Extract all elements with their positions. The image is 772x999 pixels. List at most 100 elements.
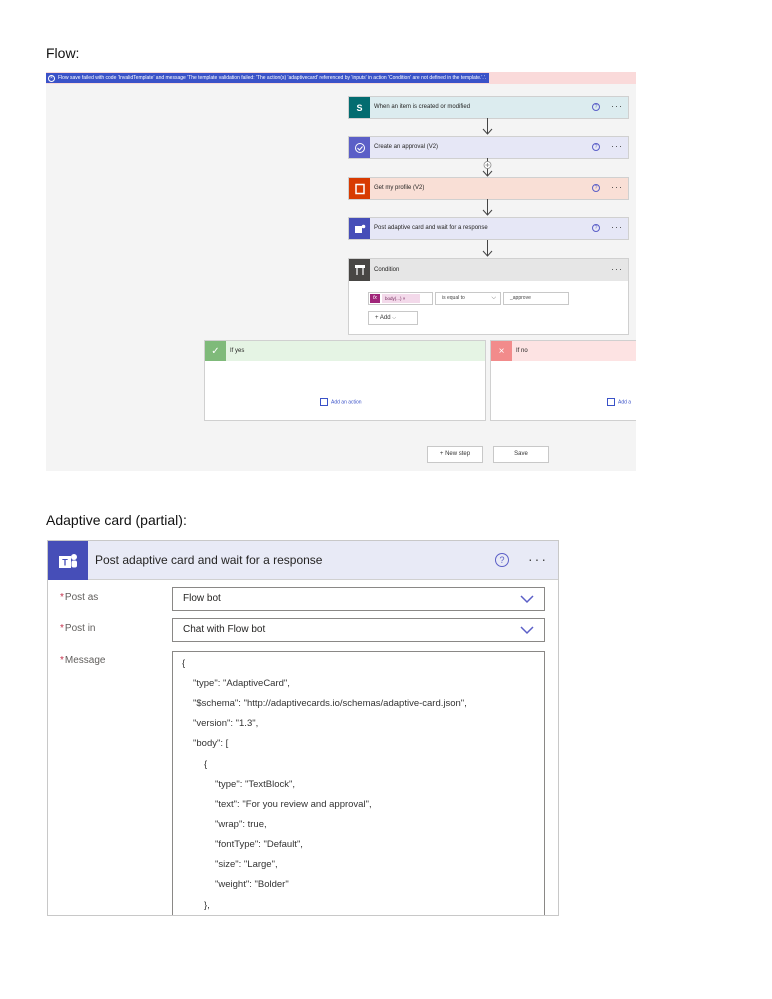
flow-canvas: × Flow save failed with code 'InvalidTem… [46, 72, 636, 471]
operator-value: is equal to [442, 295, 465, 301]
message-label: *Message [60, 655, 106, 666]
add-action-button[interactable]: Add an action [320, 398, 362, 406]
help-icon[interactable]: ? [592, 103, 600, 111]
code-line: { [182, 658, 186, 669]
code-line: "weight": "Bolder" [215, 879, 289, 890]
step-header: Post adaptive card and wait for a respon… [349, 218, 628, 239]
code-line: "body": [ [193, 738, 229, 749]
condition-card[interactable]: Condition ··· fx body(...) × is equal to… [348, 258, 629, 335]
teams-icon [349, 218, 370, 239]
branch-label: If yes [230, 348, 245, 354]
sharepoint-icon: S [349, 97, 370, 118]
approval-icon [349, 137, 370, 158]
more-options-icon[interactable]: ··· [611, 259, 623, 279]
condition-icon [349, 259, 370, 281]
post-as-select[interactable]: Flow bot [172, 587, 545, 611]
step-get-my-profile[interactable]: Get my profile (V2) ? ··· [348, 177, 629, 200]
card-heading: Adaptive card (partial): [46, 512, 187, 528]
post-in-select[interactable]: Chat with Flow bot [172, 618, 545, 642]
teams-icon: T [48, 541, 88, 580]
step-title: Get my profile (V2) [374, 185, 425, 191]
condition-title: Condition [374, 267, 400, 273]
connector-arrow-icon [482, 240, 493, 258]
code-line: "text": "For you review and approval", [215, 799, 372, 810]
error-banner: × Flow save failed with code 'InvalidTem… [46, 72, 636, 84]
step-title: Create an approval (V2) [374, 144, 439, 150]
code-line: "$schema": "http://adaptivecards.io/sche… [193, 698, 467, 709]
step-trigger-item-created[interactable]: S When an item is created or modified ? … [348, 96, 629, 119]
chevron-down-icon: ⌵ [392, 315, 397, 321]
chevron-down-icon [520, 626, 534, 635]
code-line: }, [204, 900, 210, 911]
code-line: "version": "1.3", [193, 718, 259, 729]
new-step-button[interactable]: + New step [427, 446, 483, 463]
expression-label: body(...) [385, 296, 402, 301]
branch-label: If no [516, 348, 528, 354]
step-header: S When an item is created or modified ? … [349, 97, 628, 118]
post-in-label: *Post in [60, 623, 96, 634]
save-button[interactable]: Save [493, 446, 549, 463]
checkmark-icon: ✓ [205, 341, 226, 361]
adaptive-card-action: T Post adaptive card and wait for a resp… [47, 540, 559, 916]
card-header[interactable]: T Post adaptive card and wait for a resp… [48, 541, 558, 580]
step-post-adaptive-card[interactable]: Post adaptive card and wait for a respon… [348, 217, 629, 240]
error-message-text: Flow save failed with code 'InvalidTempl… [58, 75, 487, 81]
more-options-icon[interactable]: ··· [611, 137, 623, 156]
close-icon: × [491, 341, 512, 361]
branch-header: × If no [491, 341, 636, 361]
code-line: "type": "AdaptiveCard", [193, 678, 290, 689]
chevron-down-icon [520, 595, 534, 604]
connector-arrow-icon [482, 199, 493, 217]
code-line: "type": "TextBlock", [215, 779, 296, 790]
step-title: When an item is created or modified [374, 104, 471, 110]
code-line: "wrap": true, [215, 819, 267, 830]
flow-heading: Flow: [46, 45, 80, 61]
expression-icon: fx [370, 294, 380, 303]
message-editor[interactable]: { "type": "AdaptiveCard", "$schema": "ht… [172, 651, 545, 915]
card-title: Post adaptive card and wait for a respon… [95, 553, 323, 567]
condition-value-input[interactable]: _approve [503, 292, 569, 305]
condition-header: Condition ··· [349, 259, 628, 281]
more-options-icon[interactable]: ··· [528, 541, 548, 578]
office-icon [349, 178, 370, 199]
more-options-icon[interactable]: ··· [611, 218, 623, 237]
condition-operand-token[interactable]: fx body(...) × [368, 292, 433, 305]
code-line: { [204, 759, 208, 770]
remove-token-icon[interactable]: × [403, 296, 406, 301]
more-options-icon[interactable]: ··· [611, 97, 623, 116]
more-options-icon[interactable]: ··· [611, 178, 623, 197]
add-condition-button[interactable]: + Add ⌵ [368, 311, 418, 325]
help-icon[interactable]: ? [592, 184, 600, 192]
add-action-icon [607, 398, 615, 406]
step-title: Post adaptive card and wait for a respon… [374, 225, 488, 231]
add-action-button[interactable]: Add a [607, 398, 631, 406]
branch-if-no: × If no Add a [490, 340, 636, 421]
branch-header: ✓ If yes [205, 341, 485, 361]
error-message: × Flow save failed with code 'InvalidTem… [46, 73, 490, 83]
help-icon[interactable]: ? [592, 143, 600, 151]
chevron-down-icon: ⌵ [491, 295, 496, 301]
add-action-label: Add an action [331, 399, 362, 406]
post-as-value: Flow bot [183, 593, 221, 604]
svg-text:T: T [62, 557, 68, 567]
help-icon[interactable]: ? [592, 224, 600, 232]
add-label: Add [379, 315, 391, 321]
error-icon: × [48, 75, 55, 82]
post-as-label: *Post as [60, 592, 99, 603]
code-line: "fontType": "Default", [215, 839, 303, 850]
code-line: "size": "Large", [215, 859, 278, 870]
help-icon[interactable]: ? [495, 553, 509, 567]
step-header: Create an approval (V2) ? ··· [349, 137, 628, 158]
post-in-value: Chat with Flow bot [183, 624, 266, 635]
branch-if-yes: ✓ If yes Add an action [204, 340, 486, 421]
condition-value: _approve [510, 295, 531, 301]
add-action-icon [320, 398, 328, 406]
plus-icon: + [375, 315, 379, 321]
step-create-approval[interactable]: Create an approval (V2) ? ··· [348, 136, 629, 159]
connector-arrow-icon [482, 158, 493, 177]
connector-arrow-icon [482, 118, 493, 136]
expression-pill[interactable]: body(...) × [382, 294, 420, 303]
add-action-label: Add a [618, 399, 632, 406]
step-header: Get my profile (V2) ? ··· [349, 178, 628, 199]
condition-operator-select[interactable]: is equal to ⌵ [435, 292, 501, 305]
